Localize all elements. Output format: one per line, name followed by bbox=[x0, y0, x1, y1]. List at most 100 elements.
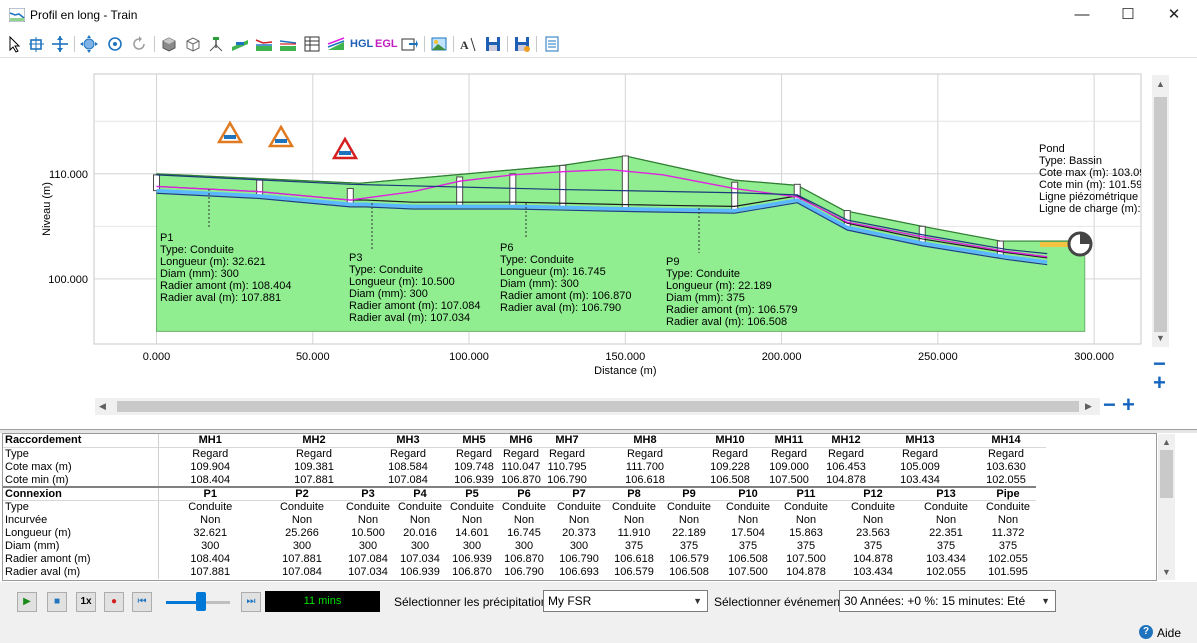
table-cell[interactable]: 23.563 bbox=[834, 527, 912, 540]
table-cell[interactable]: 106.939 bbox=[450, 473, 498, 486]
table-cell[interactable]: 108.584 bbox=[366, 460, 450, 473]
zoom-in-vertical-icon[interactable]: + bbox=[1153, 372, 1166, 394]
chart-vertical-scroll-thumb[interactable] bbox=[1154, 97, 1167, 332]
table-cell[interactable]: Conduite bbox=[550, 501, 608, 514]
table-cell[interactable]: MH10 bbox=[700, 434, 760, 448]
table-cell[interactable]: Non bbox=[498, 514, 550, 527]
close-button[interactable]: ✕ bbox=[1151, 0, 1197, 31]
table-cell[interactable]: P1 bbox=[158, 487, 262, 501]
table-cell[interactable]: 106.453 bbox=[818, 460, 874, 473]
table-cell[interactable]: 110.047 bbox=[498, 460, 544, 473]
table-cell[interactable]: 22.351 bbox=[912, 527, 980, 540]
scroll-left-icon[interactable]: ◀ bbox=[99, 401, 106, 412]
pan-icon[interactable] bbox=[51, 35, 69, 53]
speed-button[interactable]: 1x bbox=[76, 592, 96, 612]
table-cell[interactable]: P12 bbox=[834, 487, 912, 501]
table-cell[interactable]: Conduite bbox=[608, 501, 660, 514]
table-cell[interactable]: 104.878 bbox=[818, 473, 874, 486]
table-cell[interactable]: Non bbox=[262, 514, 342, 527]
table-cell[interactable]: 107.881 bbox=[158, 566, 262, 579]
box-outline-icon[interactable] bbox=[184, 35, 202, 53]
hgl-icon[interactable]: HGL bbox=[350, 35, 373, 53]
table-cell[interactable]: MH6 bbox=[498, 434, 544, 448]
table-cell[interactable]: 300 bbox=[550, 540, 608, 553]
table-cell[interactable]: Regard bbox=[544, 447, 590, 460]
table-cell[interactable]: 102.055 bbox=[980, 553, 1036, 566]
zoom-out-horizontal-icon[interactable]: − bbox=[1103, 394, 1116, 416]
table-cell[interactable]: P9 bbox=[660, 487, 718, 501]
table-cell[interactable]: P3 bbox=[342, 487, 394, 501]
table-cell[interactable]: 20.373 bbox=[550, 527, 608, 540]
table-cell[interactable]: Regard bbox=[700, 447, 760, 460]
table-cell[interactable]: Conduite bbox=[342, 501, 394, 514]
table-cell[interactable]: 20.016 bbox=[394, 527, 446, 540]
table-cell[interactable]: 106.508 bbox=[700, 473, 760, 486]
table-cell[interactable]: 106.790 bbox=[498, 566, 550, 579]
table-cell[interactable]: Non bbox=[550, 514, 608, 527]
table-cell[interactable]: Non bbox=[342, 514, 394, 527]
zoom-in-horizontal-icon[interactable]: + bbox=[1122, 394, 1135, 416]
table-cell[interactable]: 300 bbox=[498, 540, 550, 553]
table-cell[interactable]: 106.693 bbox=[550, 566, 608, 579]
table-cell[interactable]: 109.748 bbox=[450, 460, 498, 473]
table-cell[interactable]: 300 bbox=[394, 540, 446, 553]
table-cell[interactable]: Regard bbox=[818, 447, 874, 460]
minimize-button[interactable]: — bbox=[1059, 0, 1105, 31]
table-cell[interactable]: 375 bbox=[834, 540, 912, 553]
table-cell[interactable]: Pipe bbox=[980, 487, 1036, 501]
table-cell[interactable]: 22.189 bbox=[660, 527, 718, 540]
skip-start-button[interactable]: ⏮ bbox=[132, 592, 152, 612]
row-header-cell[interactable]: Incurvée bbox=[3, 513, 159, 527]
hydraulic-grade-icon[interactable] bbox=[255, 35, 273, 53]
table-cell[interactable]: 106.508 bbox=[660, 566, 718, 579]
table-cell[interactable]: MH12 bbox=[818, 434, 874, 448]
chart-horizontal-scroll-thumb[interactable] bbox=[117, 401, 1079, 412]
table-cell[interactable]: 25.266 bbox=[262, 527, 342, 540]
table-cell[interactable]: 109.000 bbox=[760, 460, 818, 473]
table-cell[interactable]: 106.870 bbox=[498, 473, 544, 486]
table-cell[interactable]: Non bbox=[718, 514, 778, 527]
table-cell[interactable]: 105.009 bbox=[874, 460, 966, 473]
table-cell[interactable]: 107.034 bbox=[342, 566, 394, 579]
table-cell[interactable]: Regard bbox=[760, 447, 818, 460]
table-cell[interactable]: 16.745 bbox=[498, 527, 550, 540]
time-slider-thumb[interactable] bbox=[196, 592, 207, 611]
scroll-right-icon[interactable]: ▶ bbox=[1085, 401, 1092, 412]
row-header-cell[interactable]: Longueur (m) bbox=[3, 526, 159, 540]
table-cell[interactable]: 106.618 bbox=[608, 553, 660, 566]
table-cell[interactable]: 111.700 bbox=[590, 460, 700, 473]
table-cell[interactable]: MH13 bbox=[874, 434, 966, 448]
save-icon[interactable] bbox=[484, 35, 502, 53]
table-cell[interactable]: 106.579 bbox=[660, 553, 718, 566]
table-cell[interactable]: Conduite bbox=[912, 501, 980, 514]
row-header-cell[interactable]: Raccordement bbox=[3, 434, 159, 448]
table-cell[interactable]: Conduite bbox=[660, 501, 718, 514]
table-cell[interactable]: 14.601 bbox=[446, 527, 498, 540]
table-cell[interactable]: 300 bbox=[262, 540, 342, 553]
help-link[interactable]: Aide bbox=[1157, 626, 1181, 640]
table-cell[interactable]: Non bbox=[660, 514, 718, 527]
survey-icon[interactable] bbox=[207, 35, 225, 53]
row-header-cell[interactable]: Radier amont (m) bbox=[3, 552, 159, 566]
table-cell[interactable]: MH11 bbox=[760, 434, 818, 448]
save-as-icon[interactable] bbox=[513, 35, 531, 53]
pipe-view-icon[interactable] bbox=[231, 35, 249, 53]
scroll-up-icon[interactable]: ▲ bbox=[1162, 437, 1171, 447]
table-cell[interactable]: P8 bbox=[608, 487, 660, 501]
table-cell[interactable]: 375 bbox=[980, 540, 1036, 553]
precipitation-select[interactable]: My FSR ▼ bbox=[543, 590, 708, 612]
scroll-down-icon[interactable]: ▼ bbox=[1156, 333, 1165, 343]
table-cell[interactable]: 107.500 bbox=[718, 566, 778, 579]
zoom-box-icon[interactable] bbox=[28, 35, 46, 53]
table-cell[interactable]: 106.939 bbox=[446, 553, 498, 566]
row-header-cell[interactable]: Radier aval (m) bbox=[3, 565, 159, 579]
export-icon[interactable] bbox=[400, 35, 418, 53]
table-cell[interactable]: MH1 bbox=[158, 434, 262, 448]
table-cell[interactable]: 375 bbox=[912, 540, 980, 553]
scroll-up-icon[interactable]: ▲ bbox=[1156, 79, 1165, 89]
table-cell[interactable]: 32.621 bbox=[158, 527, 262, 540]
table-cell[interactable]: Regard bbox=[874, 447, 966, 460]
table-cell[interactable]: 103.434 bbox=[834, 566, 912, 579]
pointer-icon[interactable] bbox=[5, 35, 23, 53]
table-cell[interactable]: Conduite bbox=[262, 501, 342, 514]
